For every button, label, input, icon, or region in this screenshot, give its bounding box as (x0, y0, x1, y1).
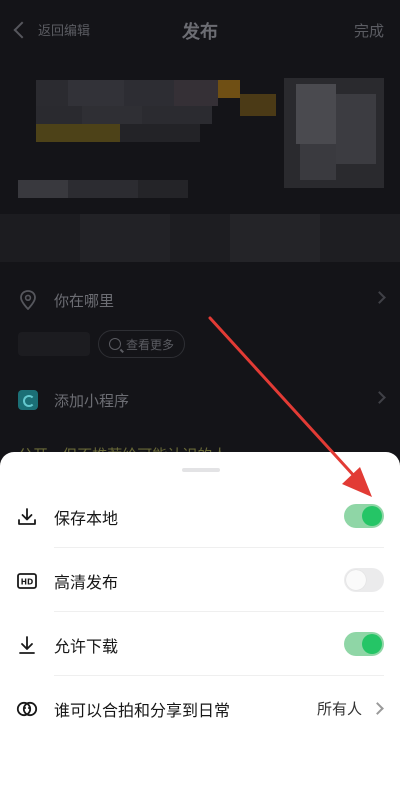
top-bar: 返回编辑 发布 完成 (0, 0, 400, 64)
see-more-label: 查看更多 (126, 337, 175, 352)
download-icon (16, 506, 38, 528)
allow-download-row: 允许下载 (0, 612, 400, 676)
allow-download-toggle[interactable] (344, 632, 384, 656)
hd-publish-toggle[interactable] (344, 568, 384, 592)
hd-icon: HD (16, 570, 38, 592)
save-local-toggle[interactable] (344, 504, 384, 528)
duet-icon (16, 698, 38, 720)
mini-program-row[interactable]: 添加小程序 (0, 382, 400, 418)
hd-publish-label: 高清发布 (54, 573, 119, 592)
save-local-label: 保存本地 (54, 509, 119, 528)
blurred-description[interactable] (0, 64, 400, 274)
page-title: 发布 (182, 22, 218, 43)
location-label: 你在哪里 (54, 291, 115, 310)
see-more-button[interactable]: 查看更多 (98, 330, 186, 358)
publish-screen: 返回编辑 发布 完成 你在哪里 查看更多 添加小程序 保存本地 HD 高清发布 … (0, 0, 400, 789)
save-local-row: 保存本地 (0, 484, 400, 548)
sheet-handle[interactable] (182, 468, 220, 472)
duet-share-row[interactable]: 谁可以合拍和分享到日常 所有人 (0, 676, 400, 740)
svg-text:HD: HD (21, 578, 34, 587)
location-pin-icon (18, 290, 38, 310)
mini-program-icon (18, 390, 38, 410)
download-icon (16, 634, 38, 656)
mini-program-label: 添加小程序 (54, 391, 130, 410)
duet-share-label: 谁可以合拍和分享到日常 (54, 701, 231, 720)
publish-options-sheet: 保存本地 HD 高清发布 允许下载 谁可以合拍和分享到日常 所有人 (0, 452, 400, 789)
chevron-right-icon (373, 291, 386, 304)
location-suggestion[interactable] (18, 332, 90, 356)
search-icon (109, 338, 121, 350)
chevron-right-icon (371, 702, 384, 715)
hd-publish-row: HD 高清发布 (0, 548, 400, 612)
allow-download-label: 允许下载 (54, 637, 119, 656)
location-row[interactable]: 你在哪里 (0, 282, 400, 318)
chevron-right-icon (373, 391, 386, 404)
duet-share-value: 所有人 (316, 700, 362, 718)
done-button[interactable]: 完成 (354, 20, 384, 41)
